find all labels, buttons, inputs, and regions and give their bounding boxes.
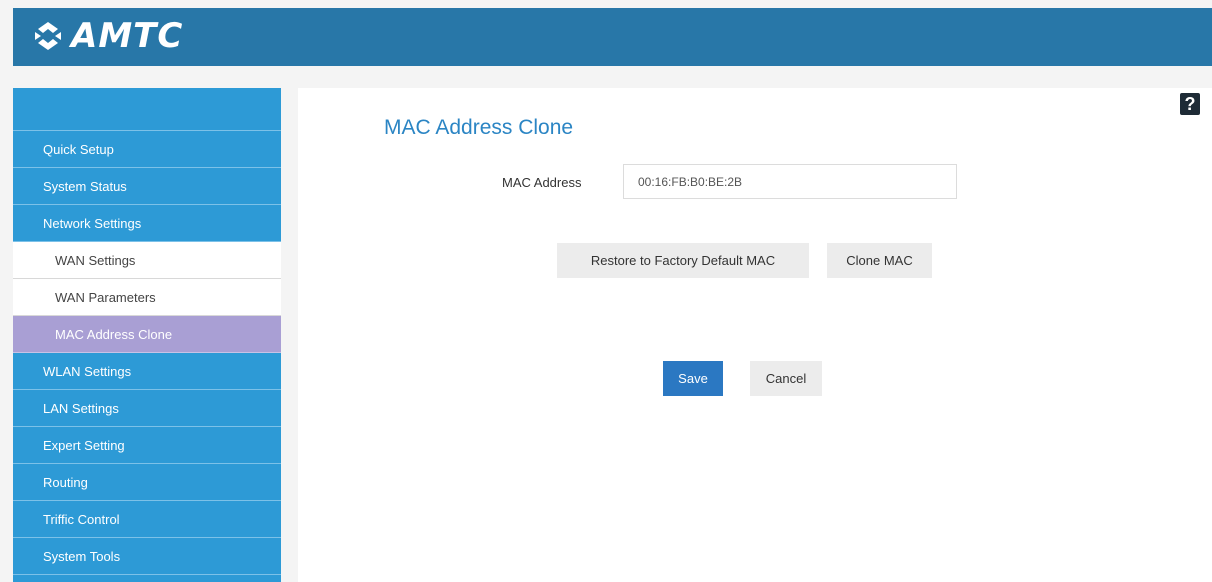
brand-logo: AMTC (31, 18, 183, 54)
sidebar-spacer (13, 88, 281, 131)
cancel-button[interactable]: Cancel (750, 361, 822, 396)
sidebar-item-wan-parameters[interactable]: WAN Parameters (13, 279, 281, 316)
restore-factory-mac-button[interactable]: Restore to Factory Default MAC (557, 243, 809, 278)
sidebar-item-expert-setting[interactable]: Expert Setting (13, 427, 281, 464)
logo-icon (35, 22, 61, 50)
sidebar-item-network-settings[interactable]: Network Settings (13, 205, 281, 242)
sidebar-item-lan-settings[interactable]: LAN Settings (13, 390, 281, 427)
sidebar-item-wlan-settings[interactable]: WLAN Settings (13, 353, 281, 390)
sidebar-item-routing[interactable]: Routing (13, 464, 281, 501)
sidebar-item-system-status[interactable]: System Status (13, 168, 281, 205)
sidebar-item-mac-address-clone[interactable]: MAC Address Clone (13, 316, 281, 353)
sidebar-item-quick-setup[interactable]: Quick Setup (13, 131, 281, 168)
sidebar-item-system-tools[interactable]: System Tools (13, 538, 281, 575)
save-button[interactable]: Save (663, 361, 723, 396)
main-content: MAC Address Clone MAC Address Restore to… (298, 88, 1212, 582)
mac-address-input[interactable] (623, 164, 957, 199)
sidebar-item-traffic-control[interactable]: Triffic Control (13, 501, 281, 538)
page-title: MAC Address Clone (384, 116, 574, 139)
sidebar-item-wan-settings[interactable]: WAN Settings (13, 242, 281, 279)
mac-address-label: MAC Address (502, 175, 582, 190)
top-header: AMTC (13, 8, 1212, 66)
logo-text: AMTC (71, 16, 184, 56)
clone-mac-button[interactable]: Clone MAC (827, 243, 932, 278)
help-icon[interactable]: ? (1180, 93, 1200, 115)
sidebar: Quick Setup System Status Network Settin… (13, 88, 281, 582)
